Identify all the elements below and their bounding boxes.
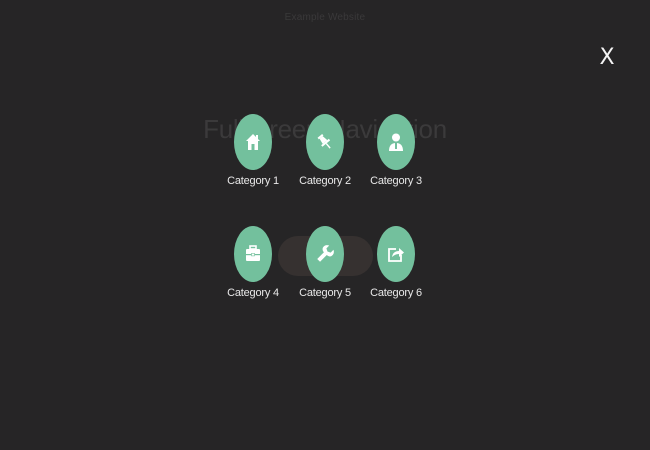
category-5-circle[interactable] [306, 226, 344, 282]
category-5-label: Category 5 [299, 287, 351, 299]
category-1-label: Category 1 [227, 175, 279, 187]
pushpin-icon [316, 133, 334, 151]
fullscreen-nav-overlay: Example Website Fullscreen Navigation X … [0, 0, 650, 450]
background-caption: Example Website [284, 12, 366, 23]
wrench-icon [315, 244, 335, 264]
category-2-circle[interactable] [306, 114, 344, 170]
category-6-item[interactable]: Category 6 [356, 226, 436, 299]
category-3-circle[interactable] [377, 114, 415, 170]
category-1-item[interactable]: Category 1 [213, 114, 293, 187]
category-4-circle[interactable] [234, 226, 272, 282]
category-6-circle[interactable] [377, 226, 415, 282]
category-1-circle[interactable] [234, 114, 272, 170]
home-icon [245, 133, 261, 151]
user-icon [387, 132, 405, 152]
category-3-label: Category 3 [370, 175, 422, 187]
category-5-item[interactable]: Category 5 [285, 226, 365, 299]
category-2-item[interactable]: Category 2 [285, 114, 365, 187]
category-3-item[interactable]: Category 3 [356, 114, 436, 187]
category-6-label: Category 6 [370, 287, 422, 299]
close-button[interactable]: X [596, 46, 618, 70]
briefcase-icon [244, 245, 262, 263]
category-4-label: Category 4 [227, 287, 279, 299]
share-icon [387, 245, 405, 263]
category-2-label: Category 2 [299, 175, 351, 187]
category-4-item[interactable]: Category 4 [213, 226, 293, 299]
